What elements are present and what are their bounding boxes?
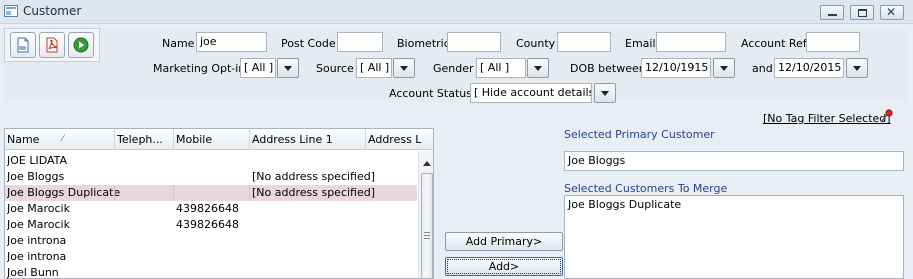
column-header-address1[interactable]: Address Line 1 xyxy=(250,129,366,150)
email-input[interactable] xyxy=(656,32,726,52)
merge-list-item[interactable]: Joe Bloggs Duplicate xyxy=(568,198,900,211)
cell-address1: [No address specified] xyxy=(252,186,376,199)
new-customer-button[interactable] xyxy=(10,32,36,58)
cell-name: Joe Bloggs Duplicate xyxy=(7,186,121,199)
dob-to-dropdown-button[interactable] xyxy=(846,58,868,78)
export-pdf-button[interactable] xyxy=(39,32,65,58)
gender-dropdown-button[interactable] xyxy=(527,58,549,78)
gender-label: Gender xyxy=(433,62,474,75)
new-document-icon xyxy=(17,37,29,53)
toolbar xyxy=(4,28,100,62)
marketing-optin-select[interactable]: [ All ] xyxy=(240,58,276,78)
county-input[interactable] xyxy=(557,32,611,52)
app-window-icon xyxy=(4,5,18,17)
column-header-telephone[interactable]: Teleph... xyxy=(115,129,174,150)
add-primary-button[interactable]: Add Primary> xyxy=(445,232,563,251)
account-status-dropdown-button[interactable] xyxy=(594,83,616,103)
column-header-mobile[interactable]: Mobile xyxy=(174,129,250,150)
cell-mobile: 439826648 xyxy=(176,202,239,215)
source-dropdown-button[interactable] xyxy=(393,58,415,78)
grip-icon xyxy=(424,232,430,241)
dob-and-label: and xyxy=(752,62,773,75)
cell-name: Joe introna xyxy=(7,250,67,263)
postcode-label: Post Code xyxy=(281,37,336,50)
table-row[interactable]: Joe Marocik 439826648 xyxy=(5,217,417,233)
selected-primary-field[interactable]: Joe Bloggs xyxy=(564,151,904,171)
dob-between-label: DOB between xyxy=(570,62,646,75)
source-label: Source xyxy=(316,62,354,75)
email-label: Email xyxy=(625,37,656,50)
cell-name: Joe Bloggs xyxy=(7,170,65,183)
maximize-icon xyxy=(858,9,867,17)
row-column-divider xyxy=(173,185,174,201)
maximize-button[interactable] xyxy=(850,5,874,20)
row-column-divider xyxy=(114,185,115,201)
cell-name: Joe Marocik xyxy=(7,218,70,231)
selected-merge-label: Selected Customers To Merge xyxy=(564,182,728,195)
close-button[interactable]: ✕ xyxy=(880,5,904,20)
cell-name: JOE LIDATA xyxy=(7,154,68,167)
dob-from-dropdown-button[interactable] xyxy=(713,58,735,78)
table-row[interactable]: Joe introna xyxy=(5,233,417,249)
account-status-select[interactable]: [ Hide account details ] xyxy=(470,83,592,103)
table-row[interactable]: Joe Bloggs Duplicate [No address specifie… xyxy=(5,185,417,201)
table-row[interactable]: Joe Bloggs [No address specified] xyxy=(5,169,417,185)
postcode-input[interactable] xyxy=(337,32,383,52)
grid-vertical-scrollbar[interactable] xyxy=(418,151,433,278)
cell-name: Joe Marocik xyxy=(7,202,70,215)
title-bar: Customer ✕ xyxy=(0,0,913,24)
pin-icon[interactable] xyxy=(880,109,894,123)
grid-header: Name ⁄ Teleph... Mobile Address Line 1 A… xyxy=(5,129,433,150)
minimize-button[interactable] xyxy=(820,5,844,20)
marketing-optin-dropdown-button[interactable] xyxy=(277,58,299,78)
tag-filter-link[interactable]: [No Tag Filter Selected] xyxy=(763,112,891,125)
selected-primary-label: Selected Primary Customer xyxy=(564,128,715,141)
dob-to-input[interactable]: 12/10/2015 xyxy=(774,58,844,78)
account-status-label: Account Status xyxy=(389,87,472,100)
close-icon: ✕ xyxy=(886,5,897,19)
name-label: Name xyxy=(162,37,195,50)
window-title: Customer xyxy=(23,4,82,18)
dob-from-input[interactable]: 12/10/1915 xyxy=(641,58,711,78)
sort-indicator-icon: ⁄ xyxy=(62,134,64,144)
scroll-up-arrow-icon[interactable] xyxy=(423,161,431,166)
pdf-icon xyxy=(46,37,58,53)
minimize-icon xyxy=(828,14,837,16)
account-ref-label: Account Ref xyxy=(741,37,807,50)
table-row[interactable]: Joel Bunn xyxy=(5,265,417,279)
add-button[interactable]: Add> xyxy=(445,257,563,276)
scroll-thumb[interactable] xyxy=(421,173,433,278)
go-arrow-icon xyxy=(73,37,89,53)
table-row[interactable]: Joe Marocik 439826648 xyxy=(5,201,417,217)
table-row[interactable]: Joe introna xyxy=(5,249,417,265)
row-column-divider xyxy=(249,185,250,201)
account-ref-input[interactable] xyxy=(806,32,860,52)
cell-address1: [No address specified] xyxy=(252,170,376,183)
column-header-label: Name xyxy=(7,133,40,146)
customer-results-grid[interactable]: Name ⁄ Teleph... Mobile Address Line 1 A… xyxy=(4,128,434,279)
gender-select[interactable]: [ All ] xyxy=(476,58,526,78)
go-button[interactable] xyxy=(68,32,94,58)
column-header-name[interactable]: Name ⁄ xyxy=(5,129,115,150)
county-label: County xyxy=(516,37,556,50)
cell-name: Joe introna xyxy=(7,234,67,247)
selected-merge-list[interactable]: Joe Bloggs Duplicate xyxy=(564,195,904,279)
marketing-optin-label: Marketing Opt-in xyxy=(153,62,246,75)
source-select[interactable]: [ All ] xyxy=(356,58,392,78)
table-row[interactable]: JOE LIDATA xyxy=(5,153,417,169)
column-header-address2[interactable]: Address L xyxy=(366,129,433,150)
name-input[interactable]: joe xyxy=(196,32,267,52)
cell-name: Joel Bunn xyxy=(7,266,59,279)
biometric-input[interactable] xyxy=(447,32,501,52)
cell-mobile: 439826648 xyxy=(176,218,239,231)
biometric-label: Biometric xyxy=(397,37,450,50)
